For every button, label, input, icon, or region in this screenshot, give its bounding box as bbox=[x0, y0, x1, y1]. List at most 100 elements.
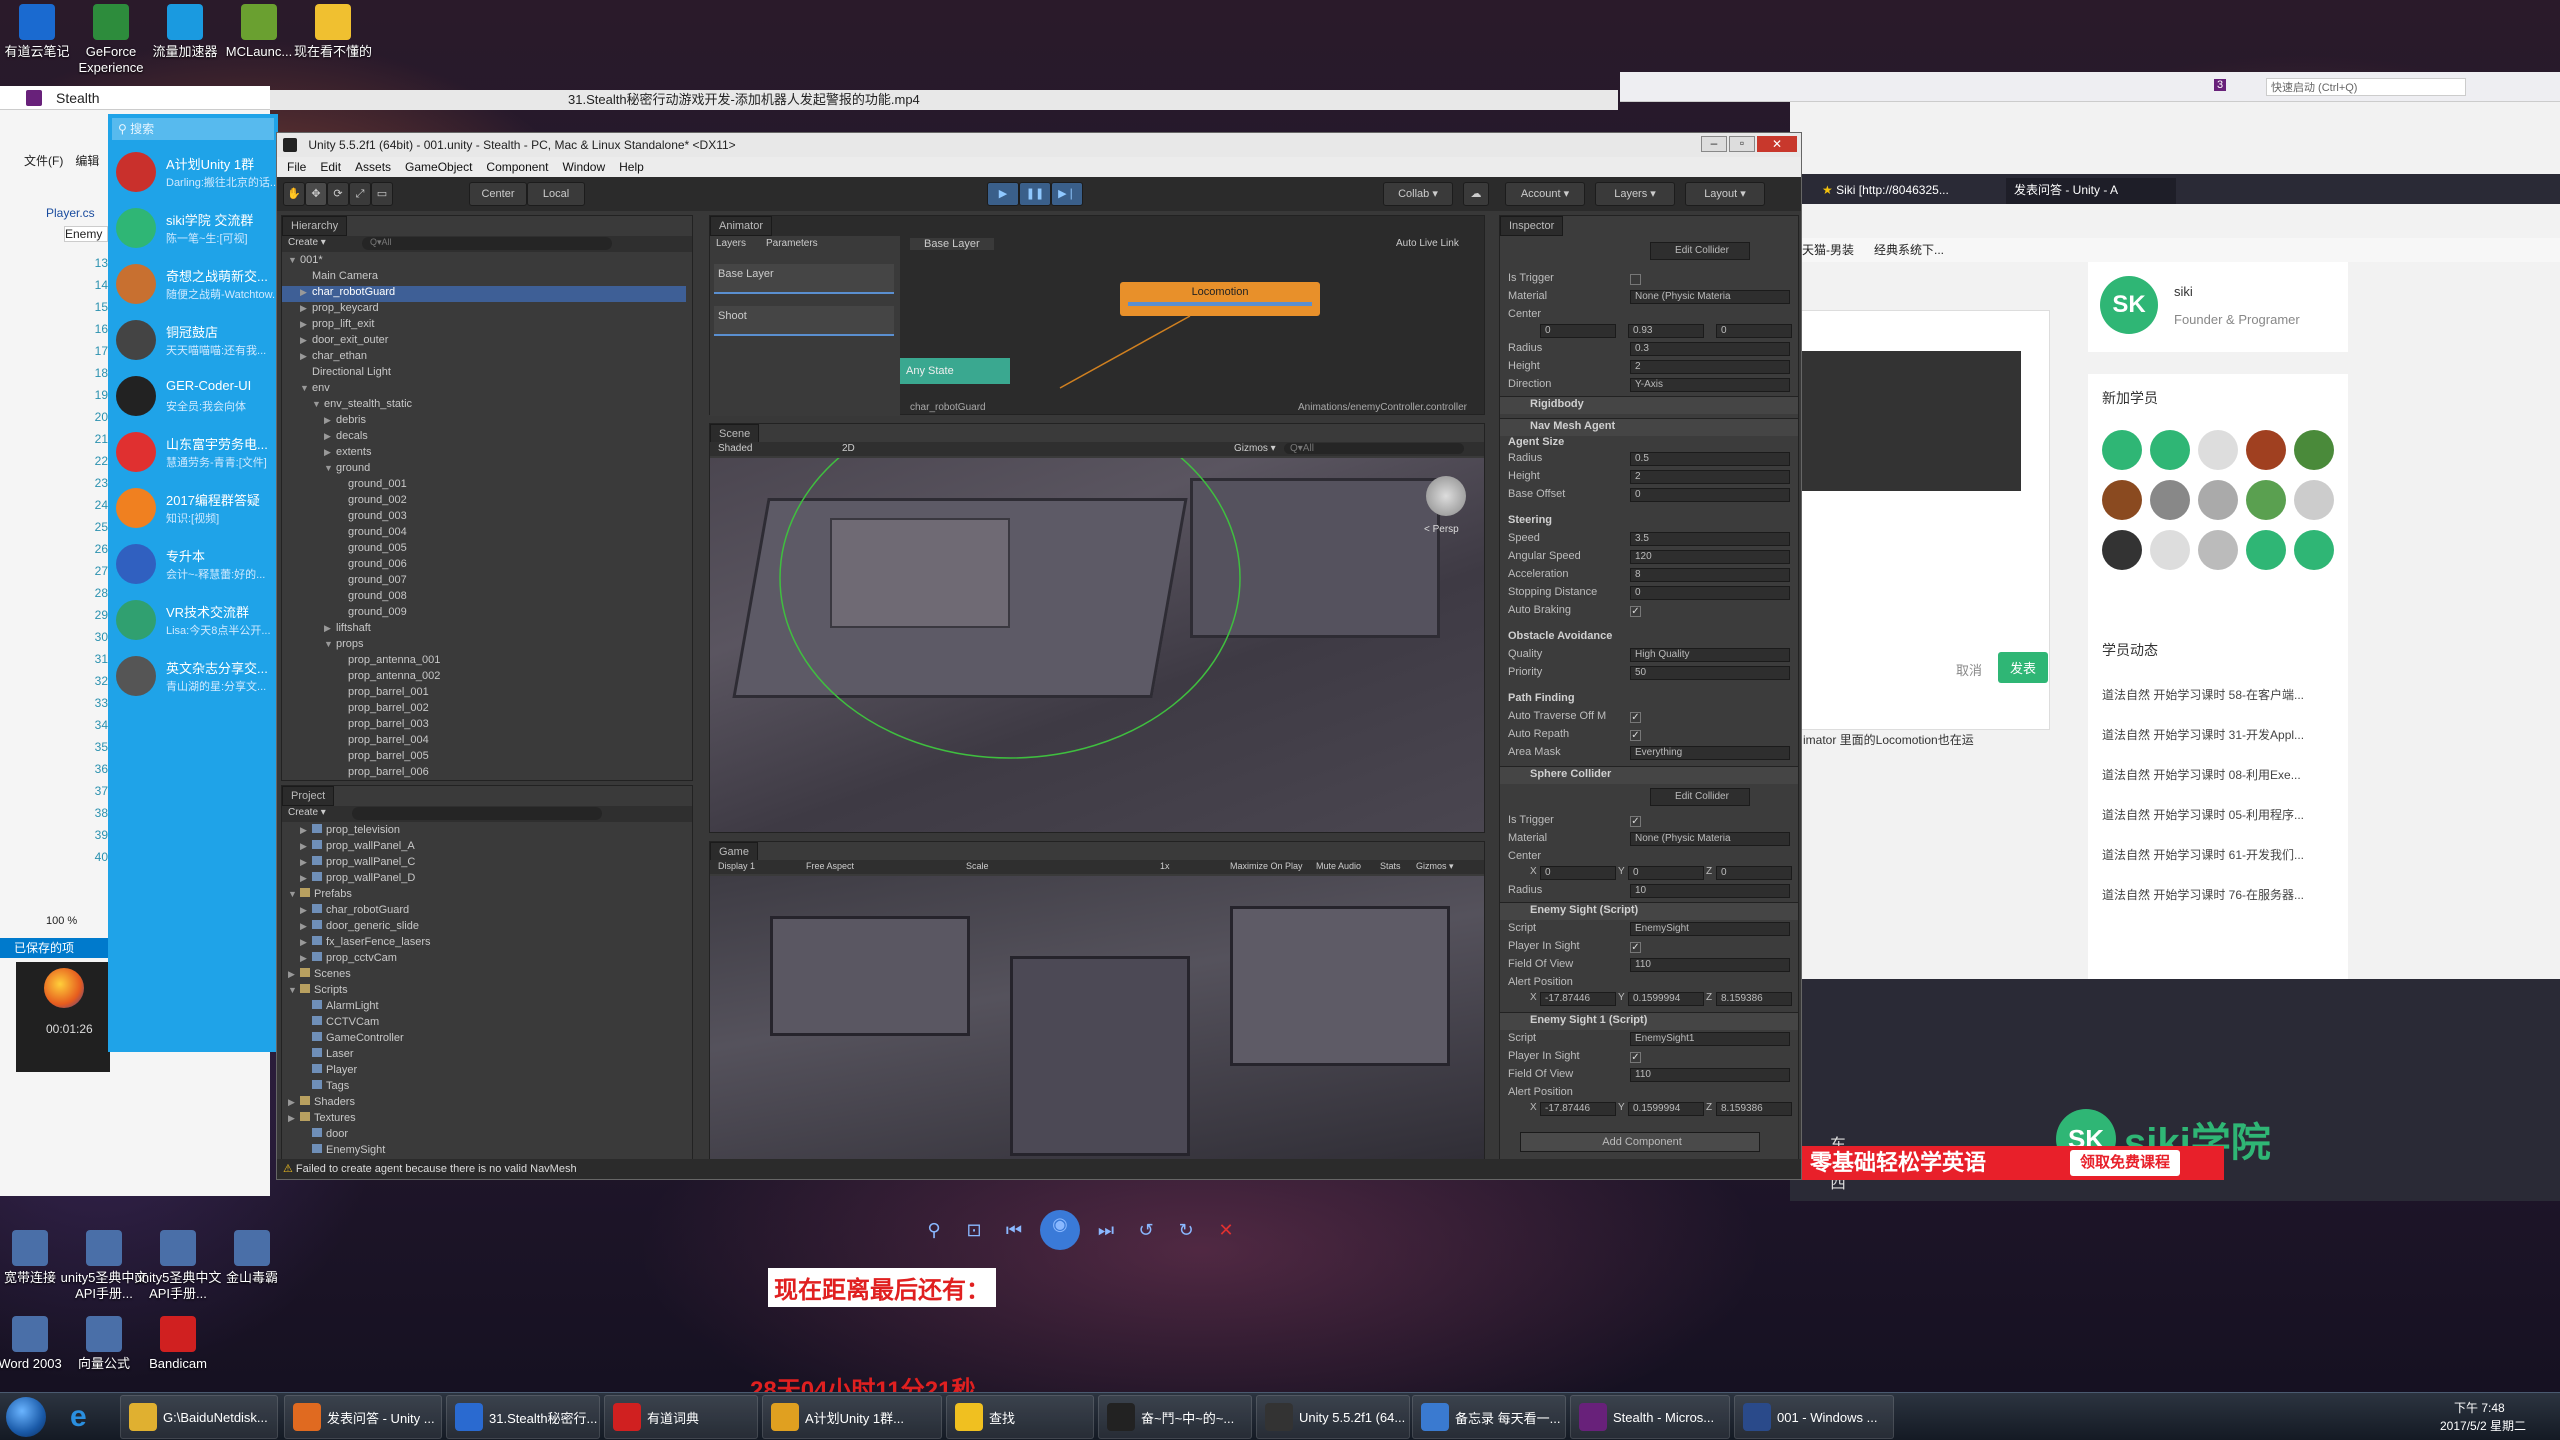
qq-chat-item[interactable]: siki学院 交流群 陈一笔~生:[可视] bbox=[108, 200, 278, 256]
game-stats[interactable]: Stats bbox=[1380, 861, 1401, 871]
student-avatar[interactable] bbox=[2102, 430, 2142, 470]
collapsed-arrow-icon[interactable]: ▶ bbox=[300, 873, 312, 884]
student-avatar[interactable] bbox=[2150, 480, 2190, 520]
taskbar-item[interactable]: G:\BaiduNetdisk... bbox=[120, 1395, 278, 1439]
siki-avatar[interactable]: SK bbox=[2100, 276, 2158, 334]
prop-field[interactable]: None (Physic Materia bbox=[1630, 832, 1790, 846]
prev-icon[interactable]: ⏮ bbox=[1000, 1216, 1028, 1244]
collapsed-arrow-icon[interactable]: ▶ bbox=[300, 921, 312, 932]
hierarchy-item[interactable]: ground_004 bbox=[282, 526, 686, 542]
axis-field[interactable]: -17.87446 bbox=[1540, 1102, 1616, 1116]
qq-chat-item[interactable]: 2017编程群答疑 知识:[视频] bbox=[108, 480, 278, 536]
hierarchy-item[interactable]: ▼ env_stealth_static bbox=[282, 398, 686, 414]
ad-button[interactable]: 领取免费课程 bbox=[2070, 1150, 2181, 1176]
scene-search[interactable]: Q▾All bbox=[1284, 443, 1464, 454]
game-gizmos[interactable]: Gizmos ▾ bbox=[1416, 861, 1454, 872]
pause-button[interactable]: ❚❚ bbox=[1019, 182, 1051, 206]
tab-inspector[interactable]: Inspector bbox=[1500, 216, 1564, 236]
axis-field[interactable]: -17.87446 bbox=[1540, 992, 1616, 1006]
project-item[interactable]: Tags bbox=[282, 1080, 686, 1096]
collapsed-arrow-icon[interactable]: ▶ bbox=[300, 825, 312, 836]
axis-field[interactable]: 8.159386 bbox=[1716, 1102, 1792, 1116]
prop-checkbox[interactable]: ✓ bbox=[1630, 606, 1641, 617]
center-y[interactable]: 0.93 bbox=[1628, 324, 1704, 338]
student-avatar[interactable] bbox=[2102, 530, 2142, 570]
mute-audio[interactable]: Mute Audio bbox=[1316, 861, 1361, 871]
activity-item[interactable]: 道法自然 开始学习课时 61-开发我们... bbox=[2102, 846, 2336, 863]
qq-chat-item[interactable]: GER-Coder-UI 安全员:我会向体 bbox=[108, 368, 278, 424]
hierarchy-item[interactable]: prop_barrel_002 bbox=[282, 702, 686, 718]
hierarchy-item[interactable]: ▶ decals bbox=[282, 430, 686, 446]
scene-gizmos[interactable]: Gizmos ▾ bbox=[1234, 443, 1276, 454]
hierarchy-item[interactable]: Main Camera bbox=[282, 270, 686, 286]
status-message[interactable]: Failed to create agent because there is … bbox=[296, 1163, 577, 1175]
project-item[interactable]: ▶ prop_wallPanel_A bbox=[282, 840, 686, 856]
hierarchy-item[interactable]: ▶ char_ethan bbox=[282, 350, 686, 366]
collapsed-arrow-icon[interactable]: ▶ bbox=[300, 937, 312, 948]
menu-edit[interactable]: Edit bbox=[320, 157, 341, 177]
maximize-on-play[interactable]: Maximize On Play bbox=[1230, 861, 1303, 871]
menu-window[interactable]: Window bbox=[562, 157, 605, 177]
hierarchy-item[interactable]: ▼ 001* bbox=[282, 254, 686, 270]
menu-gameobject[interactable]: GameObject bbox=[405, 157, 472, 177]
hierarchy-item[interactable]: ground_005 bbox=[282, 542, 686, 558]
prop-field[interactable]: EnemySight1 bbox=[1630, 1032, 1790, 1046]
bookmark-classic[interactable]: 经典系统下... bbox=[1874, 238, 1944, 262]
expanded-arrow-icon[interactable]: ▼ bbox=[288, 889, 300, 899]
hierarchy-item[interactable]: ▶ extents bbox=[282, 446, 686, 462]
collapsed-arrow-icon[interactable]: ▶ bbox=[288, 1113, 300, 1124]
tab-scene[interactable]: Scene bbox=[710, 424, 760, 444]
activity-item[interactable]: 道法自然 开始学习课时 05-利用程序... bbox=[2102, 806, 2336, 823]
layout-button[interactable]: Layout ▾ bbox=[1685, 182, 1765, 206]
collapsed-arrow-icon[interactable]: ▶ bbox=[300, 953, 312, 964]
collapsed-arrow-icon[interactable]: ▶ bbox=[288, 1097, 300, 1108]
menu-component[interactable]: Component bbox=[486, 157, 548, 177]
rotate-left-icon[interactable]: ↺ bbox=[1132, 1216, 1160, 1244]
start-button[interactable] bbox=[6, 1397, 46, 1437]
hierarchy-item[interactable]: ground_001 bbox=[282, 478, 686, 494]
menu-help[interactable]: Help bbox=[619, 157, 644, 177]
axis-field[interactable]: 8.159386 bbox=[1716, 992, 1792, 1006]
clock-time[interactable]: 下午 7:48 bbox=[2454, 1399, 2505, 1416]
hierarchy-item[interactable]: ground_006 bbox=[282, 558, 686, 574]
student-avatar[interactable] bbox=[2102, 480, 2142, 520]
clock-date[interactable]: 2017/5/2 星期二 bbox=[2440, 1417, 2526, 1434]
vs-menu-file[interactable]: 文件(F) bbox=[24, 152, 63, 169]
hierarchy-item[interactable]: ground_007 bbox=[282, 574, 686, 590]
hierarchy-item[interactable]: ▶ prop_lift_exit bbox=[282, 318, 686, 334]
next-icon[interactable]: ⏭ bbox=[1092, 1216, 1120, 1244]
expanded-arrow-icon[interactable]: ▼ bbox=[288, 255, 300, 265]
prop-field[interactable]: 50 bbox=[1630, 666, 1790, 680]
collapsed-arrow-icon[interactable]: ▶ bbox=[288, 969, 300, 980]
collapsed-arrow-icon[interactable]: ▶ bbox=[300, 857, 312, 868]
collapsed-arrow-icon[interactable]: ▶ bbox=[300, 319, 312, 330]
collapsed-arrow-icon[interactable]: ▶ bbox=[324, 447, 336, 458]
move-tool-icon[interactable]: ✥ bbox=[305, 182, 327, 206]
close-button[interactable]: ✕ bbox=[1757, 136, 1797, 152]
rotate-right-icon[interactable]: ↻ bbox=[1172, 1216, 1200, 1244]
project-item[interactable]: door bbox=[282, 1128, 686, 1144]
student-avatar[interactable] bbox=[2246, 530, 2286, 570]
hierarchy-item[interactable]: prop_barrel_003 bbox=[282, 718, 686, 734]
browser-tab-1[interactable]: ★ Siki [http://8046325... bbox=[1822, 178, 2002, 202]
student-avatar[interactable] bbox=[2150, 430, 2190, 470]
collapsed-arrow-icon[interactable]: ▶ bbox=[300, 335, 312, 346]
qq-search[interactable]: ⚲ 搜索 bbox=[112, 118, 274, 140]
axis-field[interactable]: 0.1599994 bbox=[1628, 992, 1704, 1006]
expanded-arrow-icon[interactable]: ▼ bbox=[324, 463, 336, 473]
vs-menu-edit[interactable]: 编辑 bbox=[75, 152, 99, 169]
submit-button[interactable]: 发表 bbox=[1998, 652, 2049, 683]
hierarchy-item[interactable]: Directional Light bbox=[282, 366, 686, 382]
prop-field[interactable]: High Quality bbox=[1630, 648, 1790, 662]
ad-banner[interactable]: 零基础轻松学英语 领取免费课程 bbox=[1800, 1146, 2224, 1180]
play-button[interactable]: ▶ bbox=[987, 182, 1019, 206]
prop-checkbox[interactable]: ✓ bbox=[1630, 712, 1641, 723]
project-item[interactable]: Laser bbox=[282, 1048, 686, 1064]
hierarchy-search[interactable]: Q▾All bbox=[362, 237, 612, 250]
hierarchy-item[interactable]: ▼ env bbox=[282, 382, 686, 398]
collapsed-arrow-icon[interactable]: ▶ bbox=[300, 303, 312, 314]
project-item[interactable]: ▶ char_robotGuard bbox=[282, 904, 686, 920]
hierarchy-item[interactable]: ▶ liftshaft bbox=[282, 622, 686, 638]
tab-project[interactable]: Project bbox=[282, 786, 335, 806]
cancel-button[interactable]: 取消 bbox=[1956, 660, 1982, 679]
